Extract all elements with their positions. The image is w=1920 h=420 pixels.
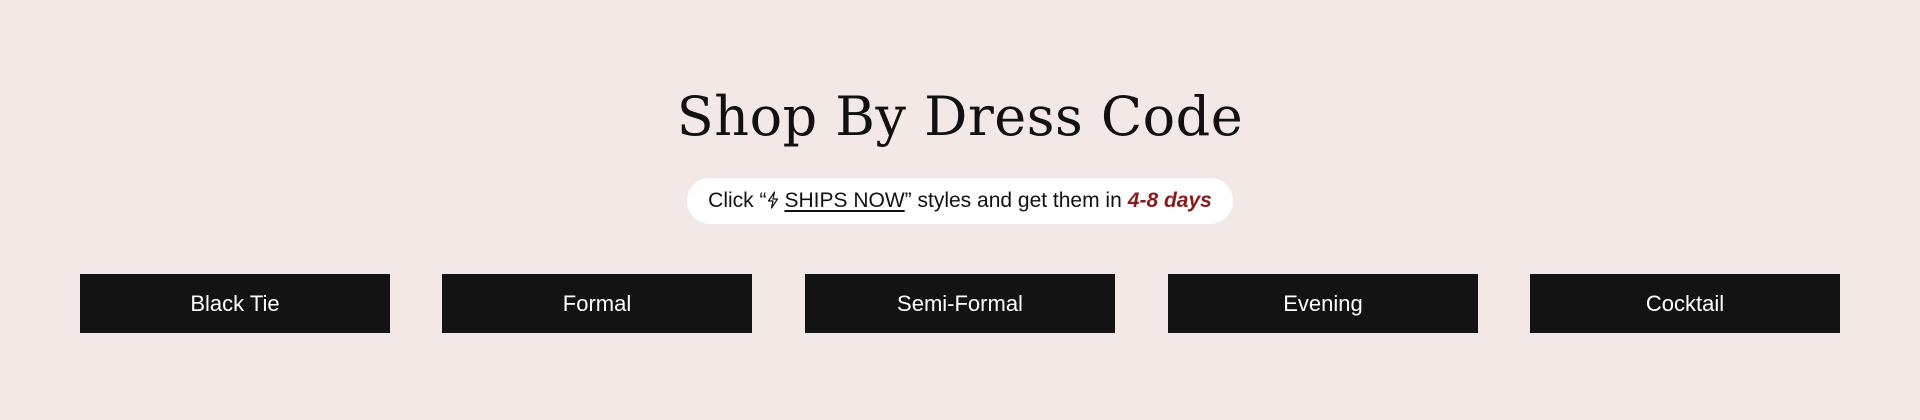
lightning-bolt-icon bbox=[768, 191, 779, 209]
ships-now-link[interactable]: SHIPS NOW bbox=[766, 189, 905, 213]
evening-button[interactable]: Evening bbox=[1168, 274, 1478, 333]
black-tie-button[interactable]: Black Tie bbox=[80, 274, 390, 333]
dress-code-buttons: Black Tie Formal Semi-Formal Evening Coc… bbox=[80, 274, 1840, 333]
ships-now-label: SHIPS NOW bbox=[784, 189, 905, 212]
section-heading: Shop By Dress Code bbox=[676, 85, 1244, 148]
cocktail-button[interactable]: Cocktail bbox=[1530, 274, 1840, 333]
delivery-days: 4-8 days bbox=[1127, 189, 1212, 212]
formal-button[interactable]: Formal bbox=[442, 274, 752, 333]
banner-prefix-text: Click “ bbox=[708, 189, 767, 212]
ships-now-banner: Click “ SHIPS NOW ” styles and get them … bbox=[687, 178, 1233, 224]
banner-middle-text: ” styles and get them in bbox=[904, 189, 1122, 212]
semi-formal-button[interactable]: Semi-Formal bbox=[805, 274, 1115, 333]
